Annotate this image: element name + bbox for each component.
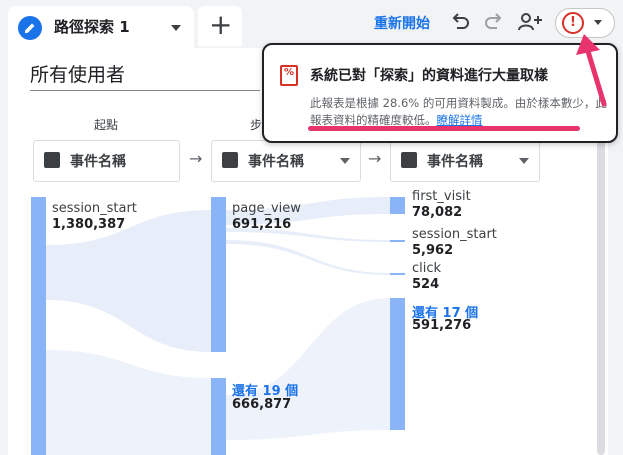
annotation-arrow xyxy=(576,34,607,107)
